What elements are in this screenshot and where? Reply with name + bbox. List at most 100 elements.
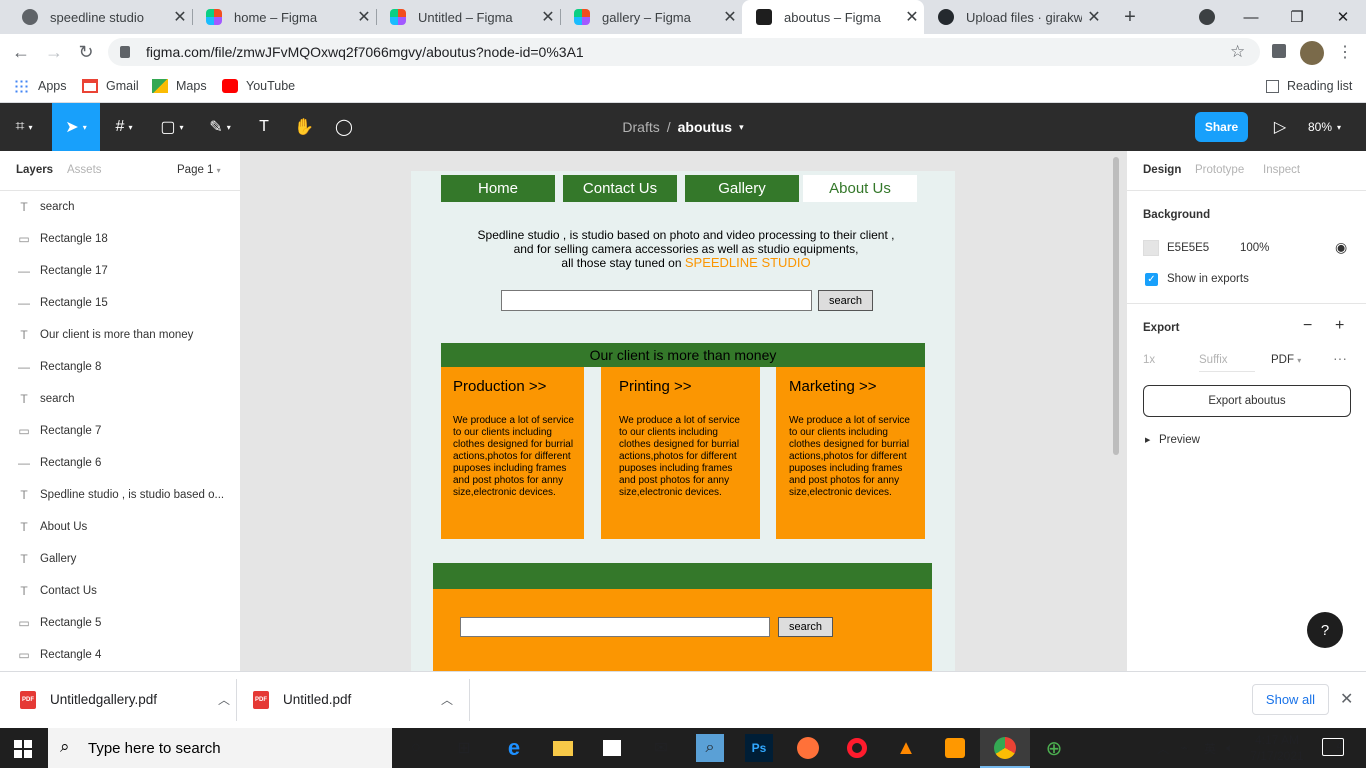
bookmark-gmail[interactable]: Gmail (82, 76, 139, 96)
windows-start-icon[interactable] (14, 740, 32, 758)
layer-row[interactable]: T Gallery (0, 543, 240, 575)
tab-github-upload[interactable]: Upload files · girakwiz ✕ (924, 0, 1106, 34)
card-title[interactable]: Marketing >> (789, 378, 877, 395)
bookmark-apps[interactable]: Apps (14, 76, 67, 96)
download-item[interactable]: PDF Untitled.pdf ︿ (253, 671, 453, 728)
layer-row[interactable]: ▭ Rectangle 4 (0, 639, 240, 671)
bookmark-youtube[interactable]: YouTube (222, 76, 295, 96)
card-marketing[interactable]: Marketing >> We produce a lot of service… (776, 367, 925, 539)
tab-prototype[interactable]: Prototype (1195, 164, 1244, 176)
tab-speedline-studio[interactable]: speedline studio ✕ (8, 0, 192, 34)
export-scale[interactable]: 1x (1143, 354, 1155, 366)
reading-list-button[interactable]: Reading list (1266, 76, 1352, 96)
background-hex[interactable]: E5E5E5 (1167, 242, 1209, 254)
footer-search-input[interactable] (460, 617, 770, 637)
layer-row[interactable]: Tsearch (0, 383, 240, 415)
task-view-icon[interactable]: ⊞ (450, 734, 478, 762)
layer-row[interactable]: — Rectangle 15 (0, 287, 240, 319)
export-format-select[interactable]: PDF ▾ (1271, 354, 1301, 366)
layer-row[interactable]: — Rectangle 17 (0, 255, 240, 287)
caret-right-icon[interactable]: ▶ (1145, 436, 1150, 444)
sublime-icon[interactable] (941, 734, 969, 762)
reload-icon[interactable]: ↻ (74, 42, 98, 62)
background-swatch[interactable] (1143, 240, 1159, 256)
tab-layers[interactable]: Layers (16, 164, 53, 176)
layer-row[interactable]: — Rectangle 8 (0, 351, 240, 383)
avatar[interactable] (1300, 41, 1324, 65)
page-selector[interactable]: Page 1 ▾ (177, 164, 221, 176)
eye-icon[interactable]: ◉ (1335, 239, 1347, 256)
layer-row[interactable]: T Contact Us (0, 575, 240, 607)
nav-home[interactable]: Home (441, 175, 555, 202)
minimize-icon[interactable]: — (1228, 0, 1274, 34)
close-tab-icon[interactable]: ✕ (718, 7, 742, 27)
bookmark-star-icon[interactable]: ☆ (1230, 42, 1245, 62)
tab-inspect[interactable]: Inspect (1263, 164, 1300, 176)
url-field[interactable]: figma.com/file/zmwJFvMQOxwq2f7066mgvy/ab… (108, 38, 1260, 66)
tab-design[interactable]: Design (1143, 164, 1181, 176)
clock[interactable]: 4:17 AM 7/17/2021 (1250, 732, 1304, 764)
nav-gallery[interactable]: Gallery (685, 175, 799, 202)
layer-row[interactable]: T Our client is more than money (0, 319, 240, 351)
tab-gallery-figma[interactable]: gallery – Figma ✕ (560, 0, 742, 34)
network-app-icon[interactable]: ⊕ (1040, 734, 1068, 762)
export-button[interactable]: Export aboutus (1143, 385, 1351, 417)
nav-contact-us[interactable]: Contact Us (563, 175, 677, 202)
remove-export-icon[interactable]: − (1303, 317, 1312, 335)
bookmark-maps[interactable]: Maps (152, 76, 207, 96)
close-tab-icon[interactable]: ✕ (900, 7, 924, 27)
aboutus-frame[interactable]: Home Contact Us Gallery About Us Spedlin… (411, 171, 955, 671)
layer-row[interactable]: — Rectangle 6 (0, 447, 240, 479)
card-title[interactable]: Production >> (453, 378, 546, 395)
opera-icon[interactable] (843, 734, 871, 762)
layer-row[interactable]: T Spedline studio , is studio based o... (0, 479, 240, 511)
comment-tool-icon[interactable]: ◯ (320, 103, 368, 151)
background-opacity[interactable]: 100% (1240, 242, 1269, 254)
close-tab-icon[interactable]: ✕ (1082, 7, 1106, 27)
close-tab-icon[interactable]: ✕ (168, 7, 192, 27)
back-arrow-icon[interactable]: ← (9, 42, 33, 62)
maximize-icon[interactable]: ❐ (1274, 0, 1320, 34)
pen-tool-icon[interactable]: ✎ ▾ (196, 103, 244, 151)
chevron-up-icon[interactable]: ︿ (218, 691, 230, 708)
close-window-icon[interactable]: ✕ (1320, 0, 1366, 34)
file-explorer-icon[interactable] (549, 734, 577, 762)
layer-row[interactable]: ▭ Rectangle 5 (0, 607, 240, 639)
move-tool-icon[interactable]: ➤ ▾ (52, 103, 100, 151)
input-language[interactable]: 英 (1204, 740, 1216, 757)
store-icon[interactable] (598, 734, 626, 762)
close-downloads-icon[interactable]: ✕ (1340, 689, 1353, 709)
search-input[interactable] (501, 290, 812, 311)
new-tab-button[interactable]: + (1118, 5, 1142, 29)
cortana-icon[interactable]: ○ (402, 734, 430, 762)
share-button[interactable]: Share (1195, 112, 1248, 142)
chevron-up-icon[interactable]: ︿ (441, 691, 453, 708)
firefox-icon[interactable] (794, 734, 822, 762)
network-icon[interactable]: ⌁ (1180, 740, 1188, 756)
frame-tool-icon[interactable]: # ▾ (100, 103, 148, 151)
tab-aboutus-figma[interactable]: aboutus – Figma ✕ (742, 0, 924, 34)
export-suffix-input[interactable]: Suffix (1199, 354, 1255, 372)
taskbar-search-input[interactable]: Type here to search (48, 728, 392, 768)
layer-row[interactable]: ▭ Rectangle 18 (0, 223, 240, 255)
canvas-scrollbar[interactable] (1113, 157, 1119, 455)
edge-icon[interactable]: e (500, 734, 528, 762)
show-in-exports-checkbox[interactable]: ✓ (1145, 273, 1158, 286)
lock-icon[interactable] (120, 46, 130, 58)
chrome-taskbar-button[interactable] (980, 728, 1030, 768)
breadcrumb-drafts[interactable]: Drafts (622, 119, 659, 135)
card-title[interactable]: Printing >> (619, 378, 692, 395)
shape-tool-icon[interactable]: ▢ ▾ (148, 103, 196, 151)
download-item[interactable]: PDF Untitledgallery.pdf ︿ (20, 671, 230, 728)
search-button[interactable]: search (818, 290, 873, 311)
figma-canvas[interactable]: Home Contact Us Gallery About Us Spedlin… (241, 151, 1126, 671)
tab-home-figma[interactable]: home – Figma ✕ (192, 0, 376, 34)
card-production[interactable]: Production >> We produce a lot of servic… (441, 367, 584, 539)
layer-row[interactable]: ▭ Rectangle 7 (0, 415, 240, 447)
preview-toggle[interactable]: Preview (1159, 434, 1200, 446)
chevron-down-icon[interactable]: ▾ (739, 122, 744, 133)
footer-search-button[interactable]: search (778, 617, 833, 637)
present-play-icon[interactable]: ▷ (1256, 103, 1304, 151)
more-options-icon[interactable]: ··· (1333, 350, 1347, 366)
tab-untitled-figma[interactable]: Untitled – Figma ✕ (376, 0, 560, 34)
